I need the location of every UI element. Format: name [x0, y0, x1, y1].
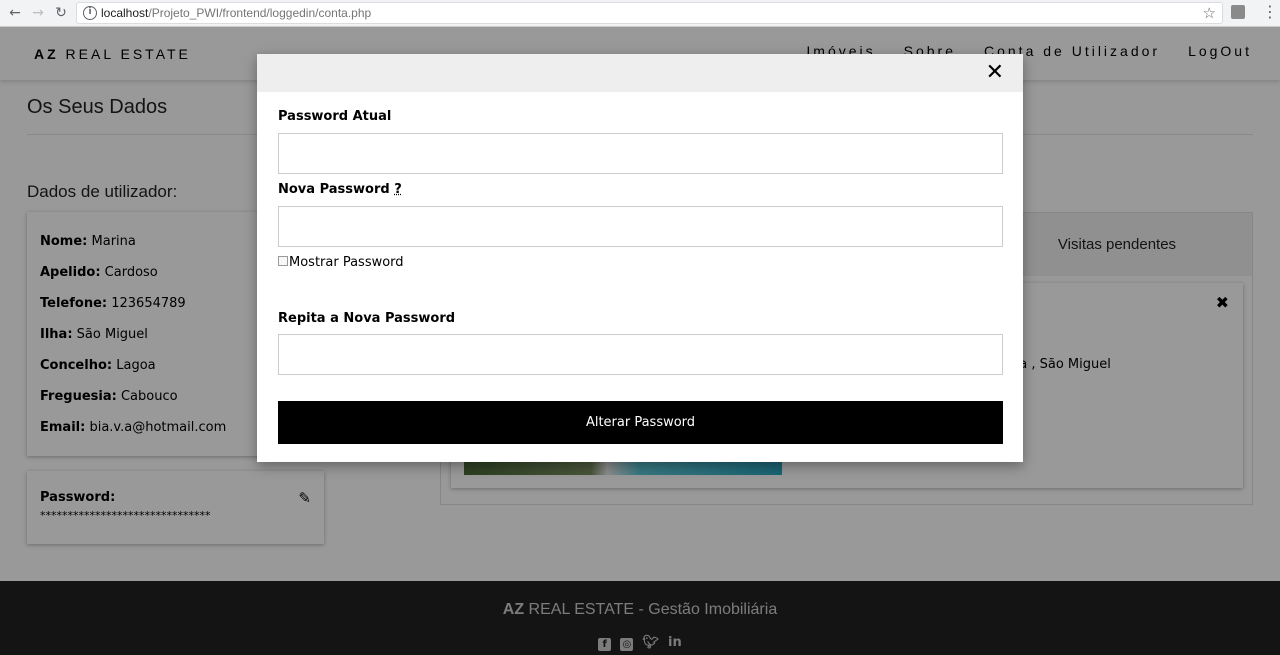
menu-icon[interactable]: ⋮	[1262, 3, 1278, 21]
url-text: localhost/Projeto_PWI/frontend/loggedin/…	[101, 6, 371, 20]
show-password-label: Mostrar Password	[289, 255, 404, 270]
new-password-label: Nova Password ?	[278, 182, 402, 197]
reload-icon[interactable]: ↻	[52, 4, 70, 22]
forward-arrow-icon[interactable]: →	[29, 4, 47, 22]
new-password-label-text: Nova Password	[278, 182, 390, 197]
current-password-input[interactable]	[278, 133, 1003, 174]
url-host: localhost	[101, 6, 149, 20]
repeat-password-label: Repita a Nova Password	[278, 311, 456, 326]
extension-icon[interactable]	[1231, 5, 1245, 19]
modal-header: ✕	[257, 54, 1023, 92]
star-icon[interactable]: ☆	[1203, 4, 1216, 22]
change-password-modal: ✕ Password Atual Nova Password ? Mostrar…	[257, 54, 1023, 462]
repeat-password-input[interactable]	[278, 334, 1003, 375]
browser-toolbar: ← → ↻ i localhost/Projeto_PWI/frontend/l…	[0, 0, 1280, 27]
change-password-button[interactable]: Alterar Password	[278, 401, 1003, 444]
address-bar[interactable]: i localhost/Projeto_PWI/frontend/loggedi…	[76, 2, 1223, 24]
back-arrow-icon[interactable]: ←	[6, 4, 24, 22]
url-path: /Projeto_PWI/frontend/loggedin/conta.php	[148, 6, 372, 20]
new-password-input[interactable]	[278, 206, 1003, 247]
show-password-checkbox[interactable]	[278, 255, 288, 266]
info-icon[interactable]: i	[83, 6, 97, 20]
show-password-toggle[interactable]: Mostrar Password	[278, 255, 404, 270]
close-icon[interactable]: ✕	[986, 61, 1004, 85]
current-password-label: Password Atual	[278, 109, 392, 124]
help-mark[interactable]: ?	[394, 182, 402, 197]
